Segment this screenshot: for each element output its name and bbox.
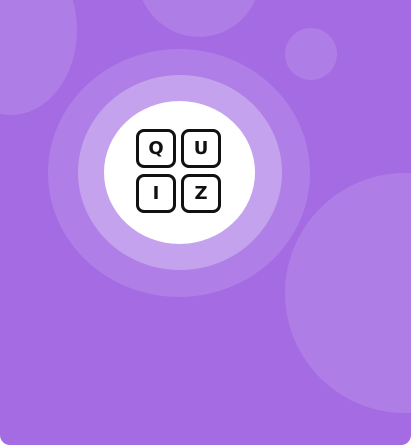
quiz-card: Q U I Z [0, 0, 411, 445]
quiz-tile-q: Q [136, 129, 176, 168]
quiz-tile-u: U [181, 129, 221, 168]
quiz-tile-i: I [136, 174, 176, 213]
quiz-letter-tiles-icon: Q U I Z [134, 128, 226, 218]
decorative-bubble [0, 0, 77, 115]
decorative-bubble [285, 28, 337, 80]
decorative-bubble [137, 0, 261, 37]
quiz-tile-z: Z [181, 174, 221, 213]
